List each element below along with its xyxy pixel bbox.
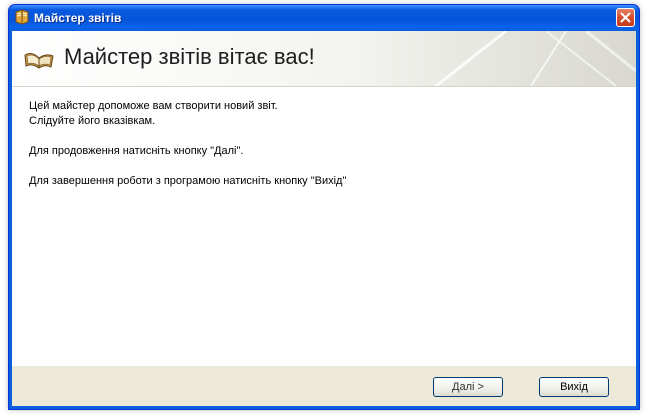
header-decoration bbox=[435, 31, 636, 86]
close-icon bbox=[620, 12, 631, 23]
window-title: Майстер звітів bbox=[34, 11, 122, 25]
instruction-line: Слідуйте його вказівкам. bbox=[29, 115, 156, 127]
wizard-client-area: Майстер звітів вітає вас! Цей майстер до… bbox=[12, 31, 636, 406]
instruction-line: Для завершення роботи з програмою натисн… bbox=[29, 175, 347, 187]
title-bar[interactable]: Майстер звітів bbox=[9, 5, 639, 31]
wizard-window: Майстер звітів Майстер звітів вітає вас!… bbox=[8, 4, 640, 410]
instruction-line: Для продовження натисніть кнопку "Далі". bbox=[29, 145, 244, 157]
close-button[interactable] bbox=[616, 8, 635, 27]
wizard-footer: Далі > Вихід bbox=[12, 365, 636, 406]
instruction-line: Цей майстер допоможе вам створити новий … bbox=[29, 100, 278, 112]
open-book-icon bbox=[23, 45, 55, 71]
exit-button[interactable]: Вихід bbox=[539, 377, 609, 397]
page-title: Майстер звітів вітає вас! bbox=[64, 44, 315, 69]
wizard-header: Майстер звітів вітає вас! bbox=[12, 31, 636, 87]
wizard-instructions: Цей майстер допоможе вам створити новий … bbox=[29, 99, 626, 189]
book-icon bbox=[14, 9, 30, 25]
next-button[interactable]: Далі > bbox=[433, 377, 503, 397]
